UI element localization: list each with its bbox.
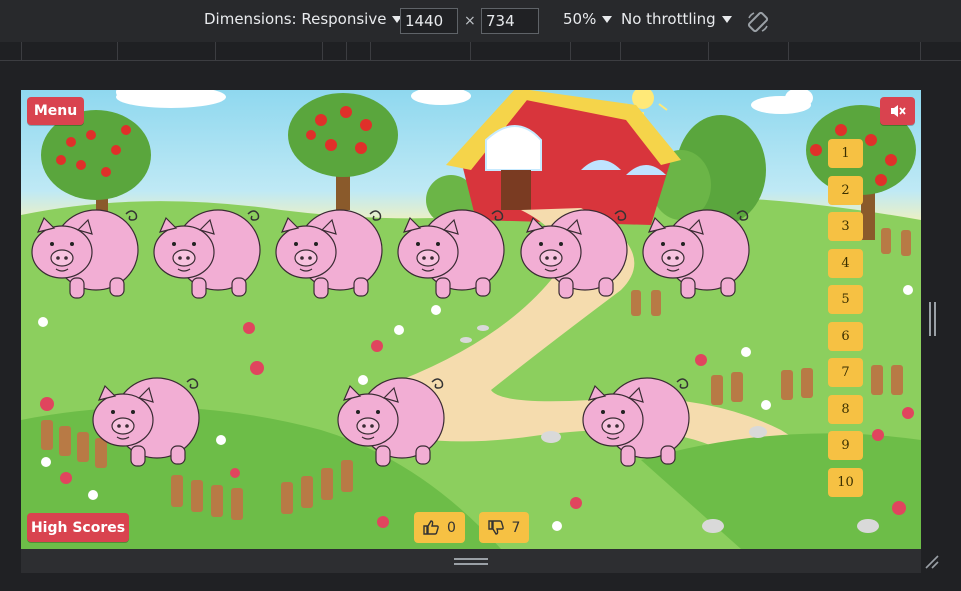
number-button-2[interactable]: 2	[828, 176, 863, 205]
menu-label: Menu	[33, 103, 78, 119]
apple-tree-middle	[288, 93, 398, 210]
number-button-4[interactable]: 4	[828, 249, 863, 278]
width-input[interactable]	[400, 8, 458, 34]
throttling-label: No throttling	[621, 10, 716, 28]
thumbs-down-button[interactable]: 7	[479, 512, 529, 543]
height-input[interactable]	[481, 8, 539, 34]
high-scores-button[interactable]: High Scores	[27, 513, 129, 542]
pig[interactable]	[30, 202, 142, 302]
dimensions-label: Dimensions: Responsive	[204, 10, 387, 28]
pig[interactable]	[91, 370, 203, 470]
game-viewport: Menu 1 2 3 4 5 6 7 8 9 10 High Scores 0 …	[21, 90, 921, 549]
resize-handle-corner-icon[interactable]	[924, 554, 940, 570]
number-button-label: 1	[841, 146, 850, 161]
thumbs-down-icon	[487, 520, 504, 535]
number-button-7[interactable]: 7	[828, 358, 863, 387]
zoom-dropdown[interactable]: 50%	[563, 10, 613, 28]
thumbs-up-icon	[423, 520, 439, 535]
rotate-icon[interactable]	[746, 10, 770, 34]
pig[interactable]	[396, 202, 508, 302]
pig[interactable]	[581, 370, 693, 470]
mute-icon	[890, 105, 906, 117]
zoom-label: 50%	[563, 10, 597, 28]
device-toolbar: Dimensions: Responsive × 50% No throttli…	[0, 0, 961, 43]
number-button-10[interactable]: 10	[828, 468, 863, 497]
media-query-ruler	[0, 42, 961, 61]
times-symbol: ×	[464, 13, 476, 29]
pig[interactable]	[336, 370, 448, 470]
thumbs-up-count: 0	[447, 519, 456, 536]
number-button-5[interactable]: 5	[828, 285, 863, 314]
number-button-1[interactable]: 1	[828, 139, 863, 168]
menu-button[interactable]: Menu	[27, 97, 84, 125]
number-button-label: 10	[837, 475, 854, 490]
number-button-label: 3	[841, 219, 850, 234]
resize-handle-bottom[interactable]	[454, 558, 488, 566]
number-button-8[interactable]: 8	[828, 395, 863, 424]
pig[interactable]	[519, 202, 631, 302]
number-button-label: 7	[841, 365, 850, 380]
number-button-label: 2	[841, 183, 850, 198]
high-scores-label: High Scores	[30, 519, 126, 536]
mute-button[interactable]	[880, 97, 915, 125]
thumbs-up-button[interactable]: 0	[414, 512, 465, 543]
number-button-6[interactable]: 6	[828, 322, 863, 351]
number-button-label: 5	[841, 292, 850, 307]
pig[interactable]	[152, 202, 264, 302]
number-button-9[interactable]: 9	[828, 431, 863, 460]
pig[interactable]	[274, 202, 386, 302]
number-button-label: 4	[841, 256, 850, 271]
thumbs-down-count: 7	[511, 519, 521, 536]
chevron-down-icon	[602, 15, 613, 23]
number-button-label: 9	[841, 438, 850, 453]
apple-tree-left	[41, 110, 151, 215]
resize-handle-right[interactable]	[929, 302, 937, 336]
number-button-label: 8	[841, 402, 850, 417]
number-button-3[interactable]: 3	[828, 212, 863, 241]
farm-background	[21, 90, 921, 549]
chevron-down-icon	[721, 15, 732, 23]
throttling-dropdown[interactable]: No throttling	[621, 10, 732, 28]
dimensions-dropdown[interactable]: Dimensions: Responsive	[204, 10, 403, 28]
number-button-label: 6	[841, 329, 850, 344]
pig[interactable]	[641, 202, 753, 302]
